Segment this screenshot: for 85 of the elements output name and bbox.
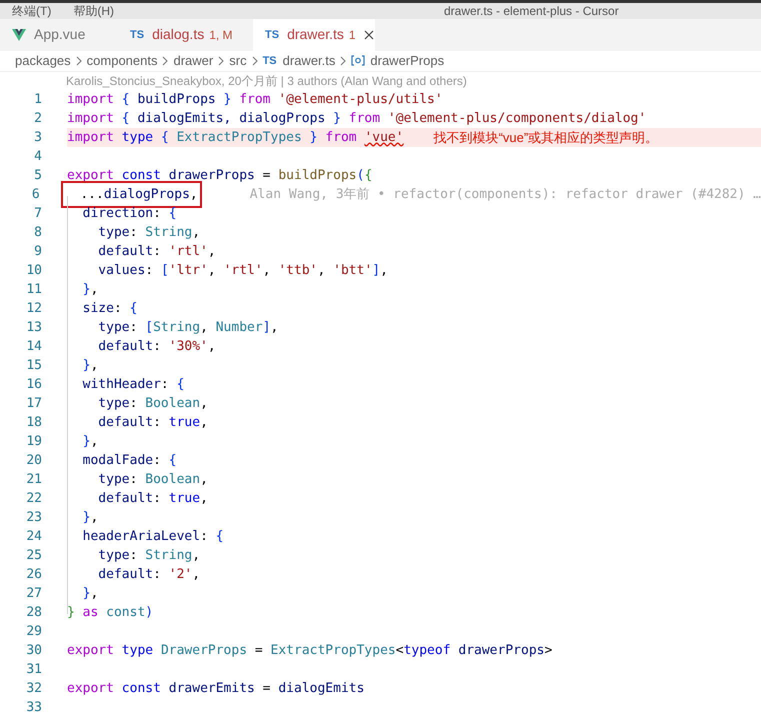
- breadcrumb-item[interactable]: drawerProps: [370, 51, 444, 71]
- line-number: 9: [33, 242, 42, 261]
- code-line: default: '2',: [97, 566, 200, 584]
- code-line: type: String,: [97, 224, 200, 242]
- menu-item[interactable]: 终端(T): [12, 2, 52, 20]
- code-line: headerAriaLevel: {: [82, 528, 224, 546]
- code-line: default: '30%',: [97, 338, 216, 356]
- line-number: 10: [25, 262, 42, 280]
- line-number: 14: [25, 338, 42, 356]
- chevron-icon: [162, 56, 168, 66]
- line-number: 13: [25, 318, 42, 337]
- code-line: type: String,: [97, 546, 200, 565]
- code-line: import type { ExtractPropTypes } from 'vue': [67, 128, 404, 147]
- chevron-icon: [76, 56, 82, 66]
- line-number: 4: [33, 148, 42, 166]
- code-line: size: {: [82, 300, 138, 318]
- chevron-icon: [252, 56, 258, 66]
- code-line: },: [82, 356, 98, 375]
- line-number: 12: [25, 300, 42, 318]
- code-line: },: [82, 584, 98, 603]
- variable-icon: [351, 55, 366, 66]
- code-line: export const drawerProps = buildProps({: [67, 166, 372, 185]
- close-icon[interactable]: [364, 30, 374, 40]
- line-number: 25: [25, 546, 42, 565]
- code-line: },: [82, 280, 98, 299]
- line-number: 2: [33, 110, 42, 128]
- line-number: 21: [25, 470, 42, 489]
- line-number: 11: [25, 280, 42, 299]
- line-number: 23: [25, 508, 42, 527]
- breadcrumb-item[interactable]: src: [229, 51, 247, 71]
- menu-item[interactable]: 帮助(H): [73, 2, 114, 20]
- error-message: 找不到模块“vue”或其相应的类型声明。: [434, 128, 658, 147]
- code-line: export type DrawerProps = ExtractPropTypes<typeof drawerProps>: [67, 642, 552, 660]
- line-number: 32: [25, 680, 42, 698]
- blame-annotation: Karolis_Stoncius_Sneakybox, 20个月前 | 3 authors (Alan Wang and others): [66, 72, 467, 90]
- line-number: 3: [33, 128, 42, 147]
- breadcrumb-item[interactable]: drawer.ts: [282, 51, 336, 71]
- breadcrumb-item[interactable]: components: [86, 51, 158, 71]
- line-number: 17: [25, 394, 42, 413]
- line-number: 29: [25, 622, 42, 641]
- line-number: 18: [25, 414, 42, 432]
- code-line: type: [String, Number],: [97, 318, 278, 337]
- editor-tab[interactable]: TS drawer.ts 1: [253, 19, 375, 51]
- line-number: 16: [25, 376, 42, 394]
- code-line: import { dialogEmits, dialogProps } from '@element-plus/components/dialog': [67, 110, 646, 128]
- code-line: default: true,: [97, 490, 208, 508]
- line-number: 26: [25, 566, 42, 584]
- code-line: },: [82, 432, 98, 451]
- typescript-icon: TS: [265, 26, 280, 44]
- window-title: drawer.ts - element-plus - Cursor: [444, 3, 619, 20]
- line-number: 27: [25, 584, 42, 603]
- breadcrumb-item[interactable]: drawer: [173, 51, 214, 71]
- code-line: modalFade: {: [82, 452, 177, 470]
- code-line: direction: {: [82, 204, 177, 223]
- code-line: type: Boolean,: [97, 394, 208, 413]
- line-number: 24: [25, 528, 42, 546]
- typescript-icon: TS: [130, 26, 144, 44]
- line-number: 5: [33, 166, 42, 185]
- line-number: 19: [25, 432, 42, 451]
- line-number: 7: [33, 204, 42, 223]
- line-number: 33: [25, 698, 42, 717]
- code-line: type: Boolean,: [97, 470, 208, 489]
- chevron-icon: [218, 56, 224, 66]
- line-number: 22: [25, 490, 42, 508]
- code-line: withHeader: {: [82, 376, 184, 394]
- code-line: default: 'rtl',: [97, 242, 216, 261]
- code-line: values: ['ltr', 'rtl', 'ttb', 'btt'],: [97, 262, 388, 280]
- code-line: export const drawerEmits = dialogEmits: [67, 680, 364, 698]
- line-number: 28: [25, 604, 42, 622]
- line-number: 1: [33, 90, 42, 109]
- breadcrumb-item[interactable]: packages: [15, 51, 71, 71]
- line-number: 15: [25, 356, 42, 375]
- line-number: 6: [30, 186, 40, 204]
- code-line: } as const): [67, 604, 154, 622]
- chevron-icon: [340, 56, 346, 66]
- code-line: },: [82, 508, 98, 527]
- blame-annotation: Alan Wang, 3年前 • refactor(components): refactor drawer (#4282) …: [250, 186, 761, 204]
- code-line: default: true,: [97, 414, 208, 432]
- vue-icon: [12, 28, 26, 41]
- code-line: import { buildProps } from '@element-plus/utils': [67, 90, 443, 109]
- typescript-icon: TS: [262, 52, 277, 70]
- line-number: 30: [25, 642, 42, 660]
- line-number: 20: [25, 452, 42, 470]
- line-number: 31: [25, 660, 42, 679]
- line-number: 8: [33, 224, 42, 242]
